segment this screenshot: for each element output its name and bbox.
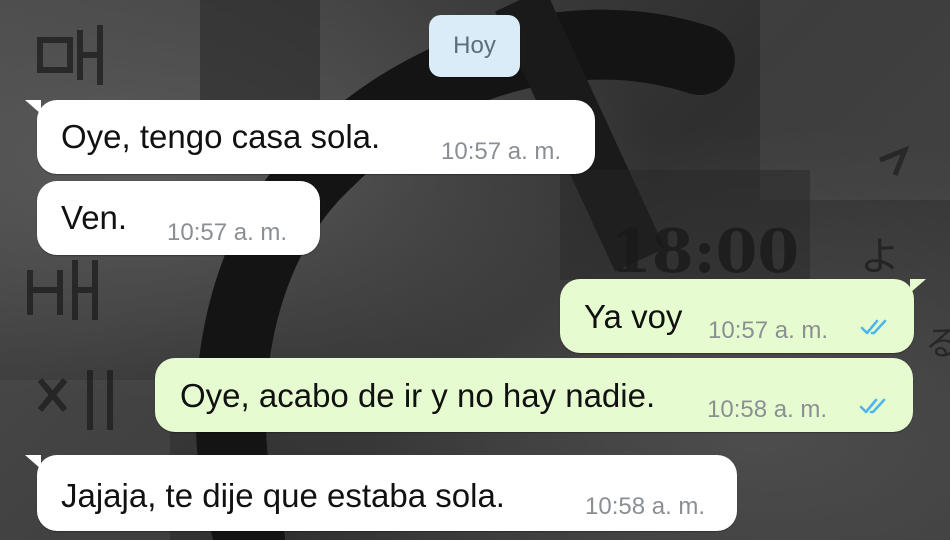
- message-timestamp: 10:57 a. m.: [167, 219, 288, 246]
- double-check-read-icon: [859, 398, 886, 414]
- message-bubble-outgoing[interactable]: Oye, acabo de ir y no hay nadie. 10:58 a…: [155, 358, 913, 432]
- message-timestamp: 10:58 a. m.: [585, 493, 706, 520]
- message-bubble-incoming[interactable]: Oye, tengo casa sola. 10:57 a. m.: [25, 100, 595, 174]
- chat-thread[interactable]: Hoy Oye, tengo casa sola. 10:57 a. m. Ve…: [0, 0, 950, 540]
- bubble-tail: [910, 279, 926, 293]
- date-chip: Hoy: [429, 15, 520, 77]
- message-text: Ya voy: [584, 298, 683, 335]
- message-timestamp: 10:57 a. m.: [441, 138, 562, 165]
- message-timestamp: 10:58 a. m.: [707, 396, 828, 423]
- double-check-read-icon: [860, 319, 887, 335]
- message-text: Oye, tengo casa sola.: [61, 118, 381, 155]
- date-chip-label: Hoy: [453, 32, 496, 59]
- bubble-tail: [25, 100, 41, 114]
- message-text: Oye, acabo de ir y no hay nadie.: [180, 377, 656, 414]
- message-timestamp: 10:57 a. m.: [708, 317, 829, 344]
- message-bubble-outgoing[interactable]: Ya voy 10:57 a. m.: [560, 279, 926, 353]
- message-text: Ven.: [61, 199, 128, 236]
- message-text: Jajaja, te dije que estaba sola.: [61, 477, 505, 514]
- message-bubble-incoming[interactable]: Ven. 10:57 a. m.: [37, 181, 320, 255]
- bubble-tail: [25, 455, 41, 469]
- message-bubble-incoming[interactable]: Jajaja, te dije que estaba sola. 10:58 a…: [25, 455, 737, 531]
